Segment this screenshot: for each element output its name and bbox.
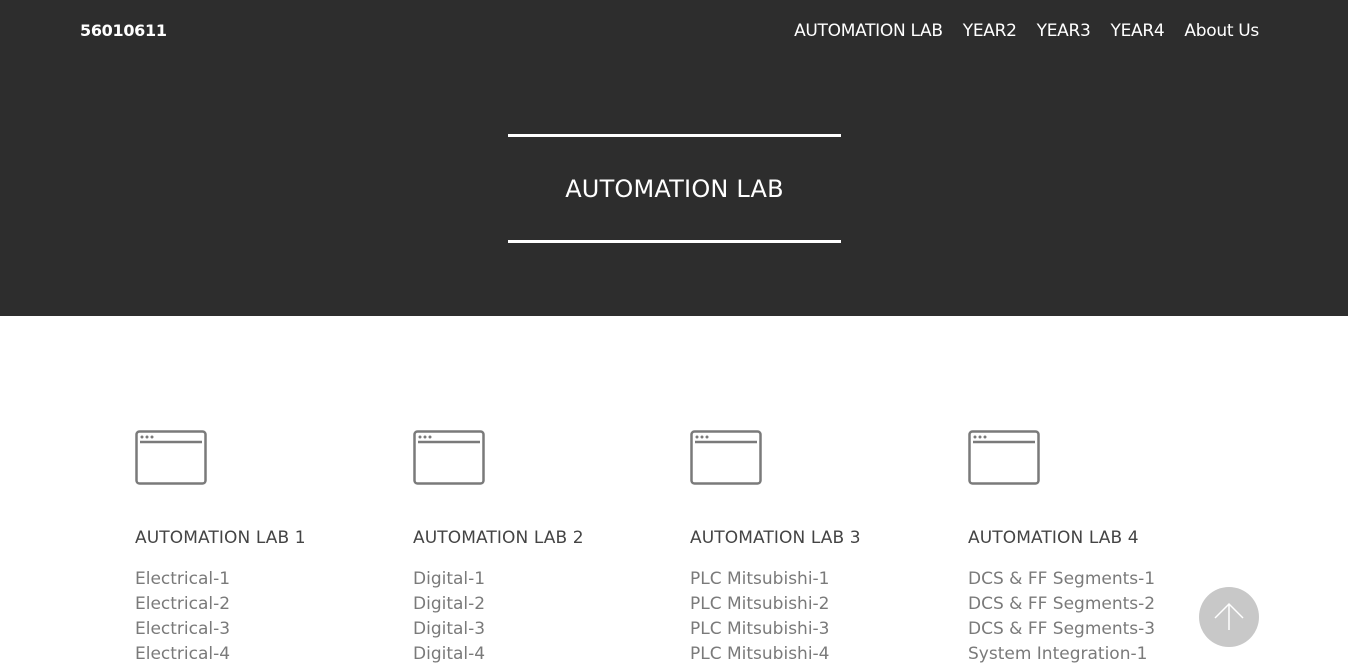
list-item: Electrical-2 bbox=[135, 592, 385, 617]
lab-column-title: AUTOMATION LAB 4 bbox=[968, 528, 1139, 548]
lab-link[interactable]: Digital-2 bbox=[413, 594, 485, 614]
lab-link-list: Electrical-1 Electrical-2 Electrical-3 E… bbox=[135, 567, 385, 667]
lab-column-title: AUTOMATION LAB 3 bbox=[690, 528, 861, 548]
list-item: PLC Mitsubishi-4 bbox=[690, 642, 940, 667]
lab-link[interactable]: DCS & FF Segments-1 bbox=[968, 569, 1155, 589]
lab-link[interactable]: Electrical-3 bbox=[135, 619, 230, 639]
lab-column-2: AUTOMATION LAB 2 Digital-1 Digital-2 Dig… bbox=[413, 430, 663, 667]
browser-window-icon bbox=[968, 430, 1040, 485]
nav-item-about-us[interactable]: About Us bbox=[1184, 20, 1259, 42]
lab-column-1: AUTOMATION LAB 1 Electrical-1 Electrical… bbox=[135, 430, 385, 667]
browser-window-icon bbox=[135, 430, 207, 485]
lab-link[interactable]: System Integration-1 bbox=[968, 644, 1147, 664]
browser-window-icon bbox=[413, 430, 485, 485]
list-item: PLC Mitsubishi-3 bbox=[690, 617, 940, 642]
lab-link[interactable]: PLC Mitsubishi-2 bbox=[690, 594, 830, 614]
list-item: Digital-1 bbox=[413, 567, 663, 592]
arrow-up-icon bbox=[1214, 602, 1244, 630]
lab-link[interactable]: PLC Mitsubishi-3 bbox=[690, 619, 830, 639]
lab-link[interactable]: PLC Mitsubishi-1 bbox=[690, 569, 830, 589]
lab-link-list: PLC Mitsubishi-1 PLC Mitsubishi-2 PLC Mi… bbox=[690, 567, 940, 667]
nav-item-year3[interactable]: YEAR3 bbox=[1037, 20, 1091, 42]
list-item: Digital-3 bbox=[413, 617, 663, 642]
list-item: DCS & FF Segments-3 bbox=[968, 617, 1218, 642]
lab-link[interactable]: Digital-3 bbox=[413, 619, 485, 639]
lab-column-4: AUTOMATION LAB 4 DCS & FF Segments-1 DCS… bbox=[968, 430, 1218, 667]
list-item: PLC Mitsubishi-1 bbox=[690, 567, 940, 592]
list-item: Digital-2 bbox=[413, 592, 663, 617]
lab-link[interactable]: DCS & FF Segments-2 bbox=[968, 594, 1155, 614]
lab-link[interactable]: Electrical-1 bbox=[135, 569, 230, 589]
browser-window-icon bbox=[690, 430, 762, 485]
list-item: Electrical-3 bbox=[135, 617, 385, 642]
lab-link[interactable]: Electrical-2 bbox=[135, 594, 230, 614]
lab-column-title: AUTOMATION LAB 1 bbox=[135, 528, 306, 548]
scroll-to-top-button[interactable] bbox=[1199, 587, 1259, 647]
list-item: DCS & FF Segments-1 bbox=[968, 567, 1218, 592]
list-item: Digital-4 bbox=[413, 642, 663, 667]
lab-link[interactable]: Electrical-4 bbox=[135, 644, 230, 664]
lab-link[interactable]: PLC Mitsubishi-4 bbox=[690, 644, 830, 664]
list-item: System Integration-1 bbox=[968, 642, 1218, 667]
site-brand[interactable]: 56010611 bbox=[80, 20, 167, 42]
page-title: AUTOMATION LAB bbox=[565, 174, 784, 203]
list-item: PLC Mitsubishi-2 bbox=[690, 592, 940, 617]
lab-link-list: Digital-1 Digital-2 Digital-3 Digital-4 bbox=[413, 567, 663, 667]
lab-link[interactable]: Digital-4 bbox=[413, 644, 485, 664]
list-item: DCS & FF Segments-2 bbox=[968, 592, 1218, 617]
main-nav: AUTOMATION LAB YEAR2 YEAR3 YEAR4 About U… bbox=[794, 20, 1259, 42]
lab-link[interactable]: Digital-1 bbox=[413, 569, 485, 589]
nav-item-year2[interactable]: YEAR2 bbox=[963, 20, 1017, 42]
list-item: Electrical-1 bbox=[135, 567, 385, 592]
lab-link-list: DCS & FF Segments-1 DCS & FF Segments-2 … bbox=[968, 567, 1218, 667]
nav-item-year4[interactable]: YEAR4 bbox=[1111, 20, 1165, 42]
lab-column-3: AUTOMATION LAB 3 PLC Mitsubishi-1 PLC Mi… bbox=[690, 430, 940, 667]
nav-item-automation-lab[interactable]: AUTOMATION LAB bbox=[794, 20, 943, 42]
lab-link[interactable]: DCS & FF Segments-3 bbox=[968, 619, 1155, 639]
hero-title-frame: AUTOMATION LAB bbox=[508, 134, 841, 243]
hero-banner: 56010611 AUTOMATION LAB YEAR2 YEAR3 YEAR… bbox=[0, 0, 1348, 316]
list-item: Electrical-4 bbox=[135, 642, 385, 667]
lab-column-title: AUTOMATION LAB 2 bbox=[413, 528, 584, 548]
